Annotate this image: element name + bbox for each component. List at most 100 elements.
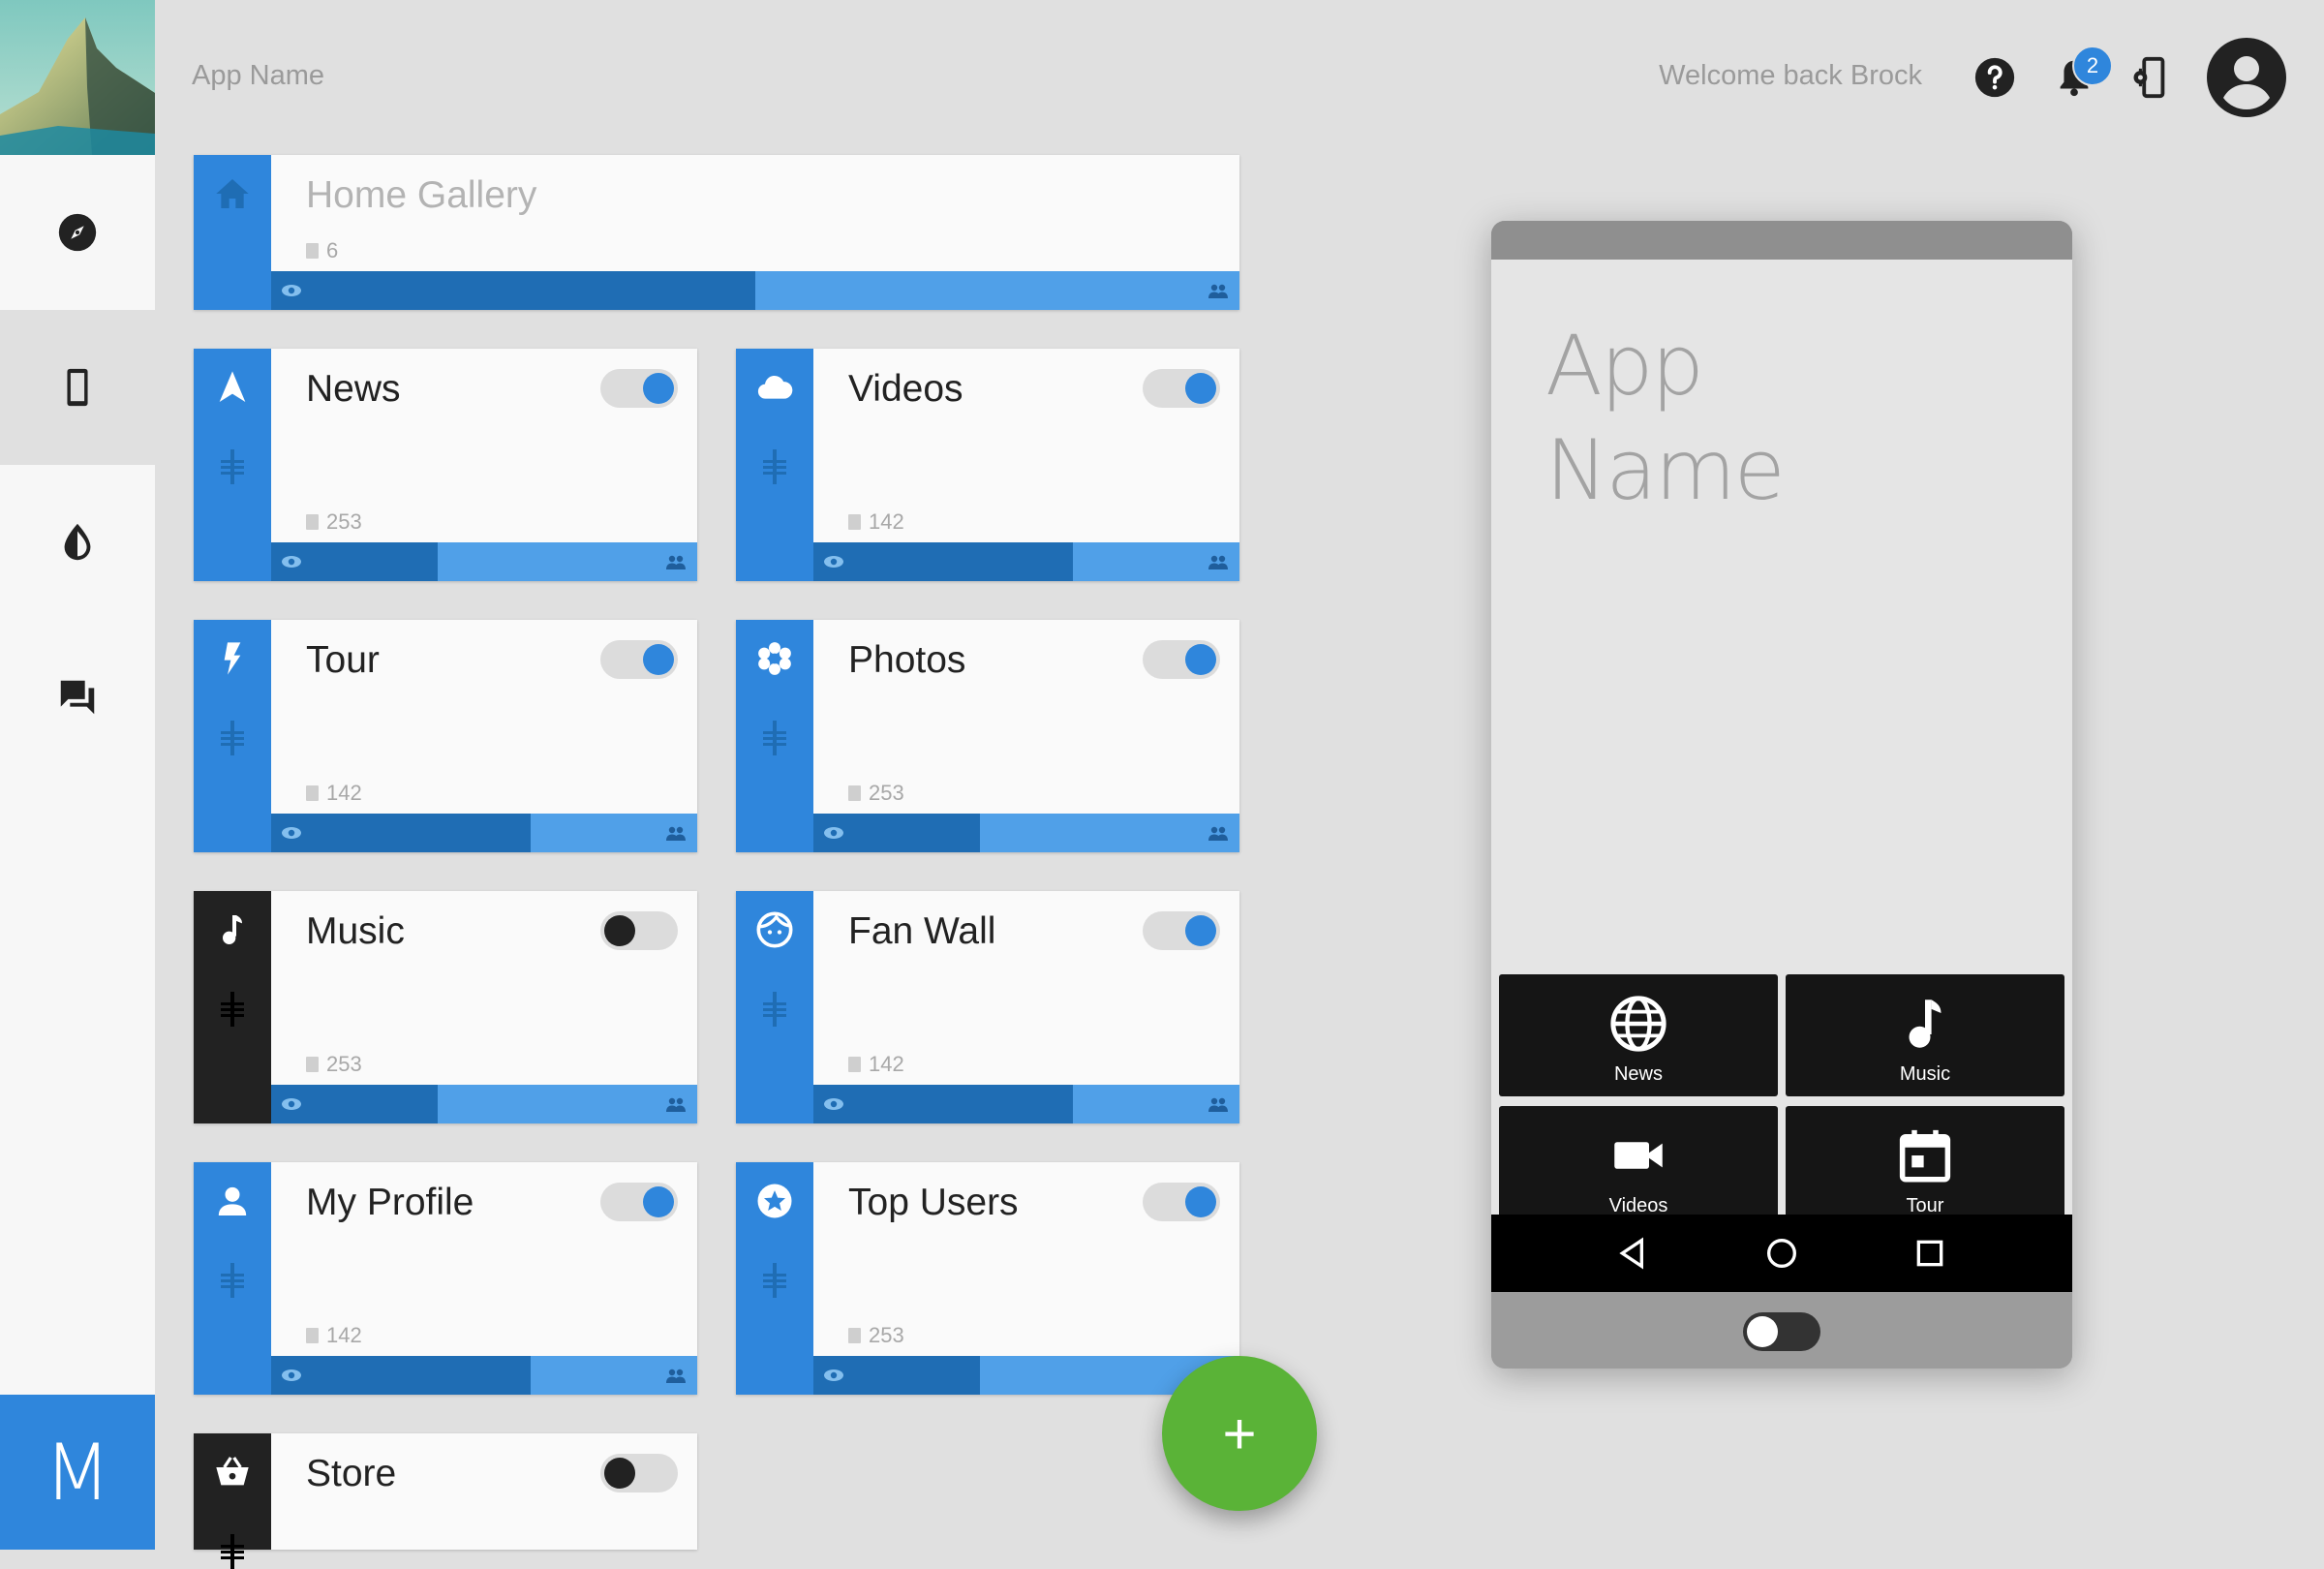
- phone-preview: App Name News Music Videos Tour: [1491, 221, 2072, 1369]
- people-icon: [666, 1097, 686, 1112]
- module-card-store[interactable]: Store: [194, 1433, 697, 1569]
- toggle-knob: [1185, 1186, 1216, 1217]
- module-toggle[interactable]: [600, 911, 678, 950]
- module-card-photos[interactable]: Photos 253: [736, 620, 1239, 852]
- device-settings-icon: [2133, 56, 2165, 99]
- preview-tile-music[interactable]: Music: [1786, 974, 2064, 1096]
- document-icon: [848, 785, 861, 801]
- eye-icon: [282, 1369, 301, 1381]
- preview-tile-tour[interactable]: Tour: [1786, 1106, 2064, 1228]
- eye-icon: [282, 827, 301, 839]
- card-item-count: 253: [848, 1323, 904, 1348]
- progress-fill: [813, 542, 1074, 581]
- card-item-count: 253: [306, 509, 362, 535]
- document-icon: [306, 514, 319, 530]
- document-icon: [306, 1057, 319, 1072]
- module-card-news[interactable]: News 253: [194, 349, 697, 581]
- module-toggle[interactable]: [1143, 369, 1220, 408]
- preview-orientation-toggle[interactable]: [1743, 1312, 1820, 1351]
- add-module-button[interactable]: +: [1162, 1356, 1317, 1511]
- home-icon[interactable]: [1762, 1234, 1801, 1273]
- chat-icon: [60, 680, 95, 715]
- drag-handle-icon[interactable]: [219, 992, 246, 1027]
- eye-icon: [282, 285, 301, 296]
- progress-fill: [813, 1085, 1074, 1123]
- people-icon: [1208, 1097, 1228, 1112]
- card-progress-bar: [813, 542, 1239, 581]
- sidebar: M: [0, 0, 155, 1550]
- progress-fill: [271, 814, 532, 852]
- card-strip: [736, 620, 813, 852]
- sidebar-item-explore[interactable]: [0, 155, 155, 310]
- toggle-knob: [1185, 644, 1216, 675]
- module-toggle[interactable]: [1143, 911, 1220, 950]
- document-icon: [306, 785, 319, 801]
- module-toggle[interactable]: [1143, 1183, 1220, 1221]
- home-gallery-card[interactable]: Home Gallery 6: [194, 155, 1239, 310]
- document-icon: [306, 243, 319, 259]
- preview-tile-videos[interactable]: Videos: [1499, 1106, 1778, 1228]
- toggle-knob: [604, 1458, 635, 1489]
- phone-screen: App Name News Music Videos Tour: [1491, 260, 2072, 1253]
- card-strip: [194, 1162, 271, 1395]
- card-item-count: 142: [848, 509, 904, 535]
- recents-icon[interactable]: [1911, 1234, 1949, 1273]
- card-title: Fan Wall: [848, 910, 996, 952]
- card-progress-bar: [271, 542, 697, 581]
- card-item-count: 253: [306, 1052, 362, 1077]
- card-item-count: 253: [848, 781, 904, 806]
- card-strip: [194, 1433, 271, 1569]
- app-thumbnail-image[interactable]: [0, 0, 155, 155]
- module-toggle[interactable]: [600, 369, 678, 408]
- account-icon: [2207, 38, 2286, 117]
- help-button[interactable]: [1971, 53, 2019, 102]
- music-note-icon: [223, 915, 242, 944]
- module-card-music[interactable]: Music 253: [194, 891, 697, 1123]
- sidebar-item-device[interactable]: [0, 310, 155, 465]
- drag-handle-icon[interactable]: [761, 1263, 788, 1298]
- people-icon: [1208, 284, 1228, 298]
- navigation-arrow-icon: [219, 371, 246, 402]
- module-toggle[interactable]: [600, 640, 678, 679]
- toggle-knob: [1185, 915, 1216, 946]
- module-toggle[interactable]: [1143, 640, 1220, 679]
- face-icon: [756, 911, 793, 948]
- android-nav-bar: [1491, 1215, 2072, 1292]
- card-progress-bar: [271, 1356, 697, 1395]
- card-title: Music: [306, 910, 405, 952]
- module-toggle[interactable]: [600, 1454, 678, 1492]
- module-card-tour[interactable]: Tour 142: [194, 620, 697, 852]
- card-title: News: [306, 368, 401, 410]
- sidebar-item-chat[interactable]: [0, 620, 155, 775]
- module-card-videos[interactable]: Videos 142: [736, 349, 1239, 581]
- back-icon[interactable]: [1614, 1234, 1653, 1273]
- module-card-my-profile[interactable]: My Profile 142: [194, 1162, 697, 1395]
- drag-handle-icon[interactable]: [219, 1534, 246, 1569]
- toggle-knob: [643, 644, 674, 675]
- card-strip: [194, 349, 271, 581]
- drag-handle-icon[interactable]: [219, 721, 246, 755]
- card-strip: [736, 891, 813, 1123]
- drag-handle-icon[interactable]: [219, 1263, 246, 1298]
- flower-icon: [758, 642, 791, 675]
- sidebar-item-theme[interactable]: [0, 465, 155, 620]
- toggle-knob: [604, 915, 635, 946]
- drag-handle-icon[interactable]: [761, 992, 788, 1027]
- module-card-fan-wall[interactable]: Fan Wall 142: [736, 891, 1239, 1123]
- card-title: Store: [306, 1453, 397, 1494]
- device-settings-button[interactable]: [2125, 53, 2174, 102]
- card-item-count: 142: [306, 781, 362, 806]
- card-title: Home Gallery: [306, 174, 537, 216]
- account-avatar[interactable]: [2206, 37, 2287, 118]
- module-toggle[interactable]: [600, 1183, 678, 1221]
- card-title: Photos: [848, 639, 966, 681]
- card-progress-bar: [271, 271, 1239, 310]
- drag-handle-icon[interactable]: [219, 449, 246, 484]
- drag-handle-icon[interactable]: [761, 721, 788, 755]
- person-icon: [218, 1186, 247, 1215]
- card-title: Tour: [306, 639, 380, 681]
- eye-icon: [282, 556, 301, 568]
- preview-tile-news[interactable]: News: [1499, 974, 1778, 1096]
- module-card-top-users[interactable]: Top Users 253: [736, 1162, 1239, 1395]
- drag-handle-icon[interactable]: [761, 449, 788, 484]
